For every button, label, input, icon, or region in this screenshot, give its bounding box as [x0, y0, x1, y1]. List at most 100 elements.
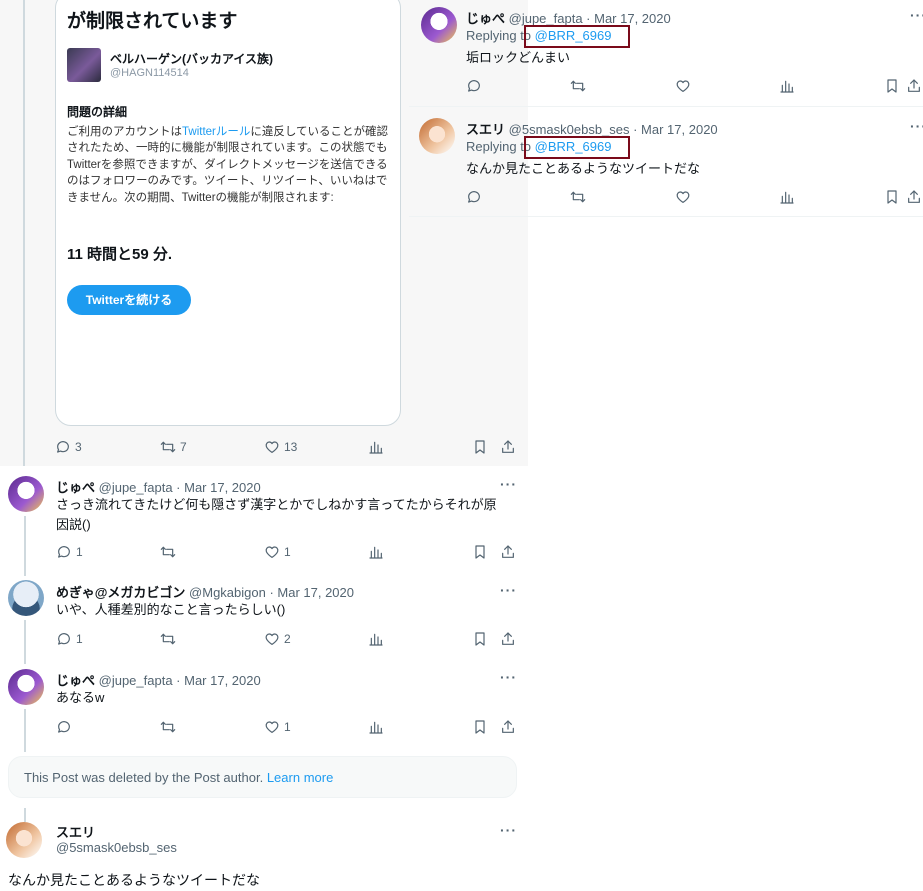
author-name[interactable]: スエリ — [56, 825, 95, 840]
twitter-rules-link[interactable]: Twitterルール — [182, 126, 250, 138]
thread-line-top — [23, 0, 25, 466]
author-handle[interactable]: @5smask0ebsb_ses — [56, 840, 177, 855]
reply-icon — [56, 719, 72, 735]
continue-twitter-button[interactable]: Twitterを続ける — [67, 285, 191, 315]
avatar[interactable] — [8, 476, 44, 512]
deleted-post-notice: This Post was deleted by the Post author… — [8, 756, 517, 798]
author-name[interactable]: めぎゃ@メガカビゴン — [56, 585, 185, 600]
views-button[interactable] — [779, 189, 795, 205]
highlight-box — [524, 25, 630, 48]
share-icon — [500, 544, 516, 560]
views-button[interactable] — [368, 544, 384, 560]
bookmark-icon — [472, 719, 488, 735]
like-button[interactable] — [675, 189, 691, 205]
reply-button[interactable] — [466, 189, 482, 205]
avatar[interactable] — [6, 822, 42, 858]
views-icon — [368, 544, 384, 560]
bookmark-button[interactable] — [884, 189, 900, 205]
reply-button[interactable]: 1 — [56, 631, 83, 647]
share-button[interactable] — [906, 189, 922, 205]
bookmark-button[interactable] — [472, 719, 488, 735]
author-meta[interactable]: @5smask0ebsb_ses · Mar 17, 2020 — [509, 122, 718, 137]
card-account-handle: @HAGN114514 — [110, 67, 189, 79]
reply-count: 1 — [76, 632, 83, 646]
author-meta[interactable]: @Mgkabigon · Mar 17, 2020 — [189, 585, 354, 600]
like-button[interactable] — [675, 78, 691, 94]
views-button[interactable] — [368, 631, 384, 647]
avatar[interactable] — [8, 669, 44, 705]
reply-count: 3 — [75, 440, 82, 454]
learn-more-link[interactable]: Learn more — [267, 770, 333, 785]
author-meta[interactable]: @jupe_fapta · Mar 17, 2020 — [99, 480, 261, 495]
share-icon — [906, 189, 922, 205]
tweet-header: めぎゃ@メガカビゴン @Mgkabigon · Mar 17, 2020 — [56, 582, 354, 601]
retweet-button[interactable] — [570, 78, 586, 94]
replying-prefix: Replying to — [466, 28, 532, 43]
retweet-icon — [160, 544, 176, 560]
author-name[interactable]: じゅぺ — [466, 11, 505, 26]
like-count: 1 — [284, 720, 291, 734]
retweet-button[interactable] — [160, 544, 180, 560]
more-icon[interactable]: ··· — [500, 476, 517, 492]
bookmark-button[interactable] — [472, 544, 488, 560]
bookmark-icon — [884, 78, 900, 94]
card-account-name: ベルハーゲン(バッカアイス族) — [110, 52, 274, 66]
author-name[interactable]: じゅぺ — [56, 673, 95, 688]
reply-button[interactable] — [466, 78, 482, 94]
share-button[interactable] — [500, 544, 516, 560]
like-button[interactable]: 13 — [264, 439, 297, 455]
more-icon[interactable]: ··· — [500, 669, 517, 685]
bookmark-icon — [884, 189, 900, 205]
author-meta[interactable]: @jupe_fapta · Mar 17, 2020 — [99, 673, 261, 688]
reply-count: 1 — [76, 545, 83, 559]
like-button[interactable]: 2 — [264, 631, 291, 647]
share-button[interactable] — [500, 439, 516, 455]
card-title: が制限されています — [67, 11, 238, 32]
bookmark-button[interactable] — [884, 78, 900, 94]
avatar[interactable] — [419, 118, 455, 154]
like-button[interactable]: 1 — [264, 719, 291, 735]
bookmark-button[interactable] — [472, 631, 488, 647]
retweet-button[interactable] — [570, 189, 586, 205]
tweet-text-line: さっき流れてきたけど何も隠さず漢字とかでしねかす言ってたからそれが原 — [56, 497, 497, 512]
views-icon — [368, 631, 384, 647]
views-button[interactable] — [368, 719, 384, 735]
like-icon — [264, 719, 280, 735]
retweet-button[interactable] — [160, 719, 180, 735]
card-section-title: 問題の詳細 — [67, 105, 128, 119]
highlight-box — [524, 136, 630, 159]
author-name[interactable]: スエリ — [466, 122, 505, 137]
more-icon[interactable]: ··· — [500, 822, 517, 838]
tweet-header: じゅぺ @jupe_fapta · Mar 17, 2020 — [56, 477, 261, 496]
retweet-button[interactable] — [160, 631, 180, 647]
views-button[interactable] — [368, 439, 384, 455]
like-count: 2 — [284, 632, 291, 646]
retweet-icon — [160, 439, 176, 455]
more-icon[interactable]: ··· — [910, 118, 923, 134]
share-button[interactable] — [500, 631, 516, 647]
retweet-icon — [160, 631, 176, 647]
more-icon[interactable]: ··· — [910, 7, 923, 23]
share-button[interactable] — [906, 78, 922, 94]
like-icon — [264, 544, 280, 560]
reply-button[interactable]: 3 — [55, 439, 82, 455]
main-post-author-handle: @5smask0ebsb_ses — [56, 840, 177, 855]
share-button[interactable] — [500, 719, 516, 735]
reply-icon — [466, 189, 482, 205]
like-count: 13 — [284, 440, 298, 454]
retweet-button[interactable]: 7 — [160, 439, 187, 455]
thread-line — [24, 808, 26, 822]
avatar[interactable] — [421, 7, 457, 43]
views-button[interactable] — [779, 78, 795, 94]
avatar[interactable] — [8, 580, 44, 616]
author-name[interactable]: じゅぺ — [56, 480, 95, 495]
reply-button[interactable]: 1 — [56, 544, 83, 560]
deleted-post-text: This Post was deleted by the Post author… — [24, 770, 264, 785]
like-count: 1 — [284, 545, 291, 559]
like-button[interactable]: 1 — [264, 544, 291, 560]
bookmark-button[interactable] — [472, 439, 488, 455]
reply-button[interactable] — [56, 719, 76, 735]
more-icon[interactable]: ··· — [500, 582, 517, 598]
author-meta[interactable]: @jupe_fapta · Mar 17, 2020 — [509, 11, 671, 26]
tweet-text: あなるw — [56, 690, 105, 705]
